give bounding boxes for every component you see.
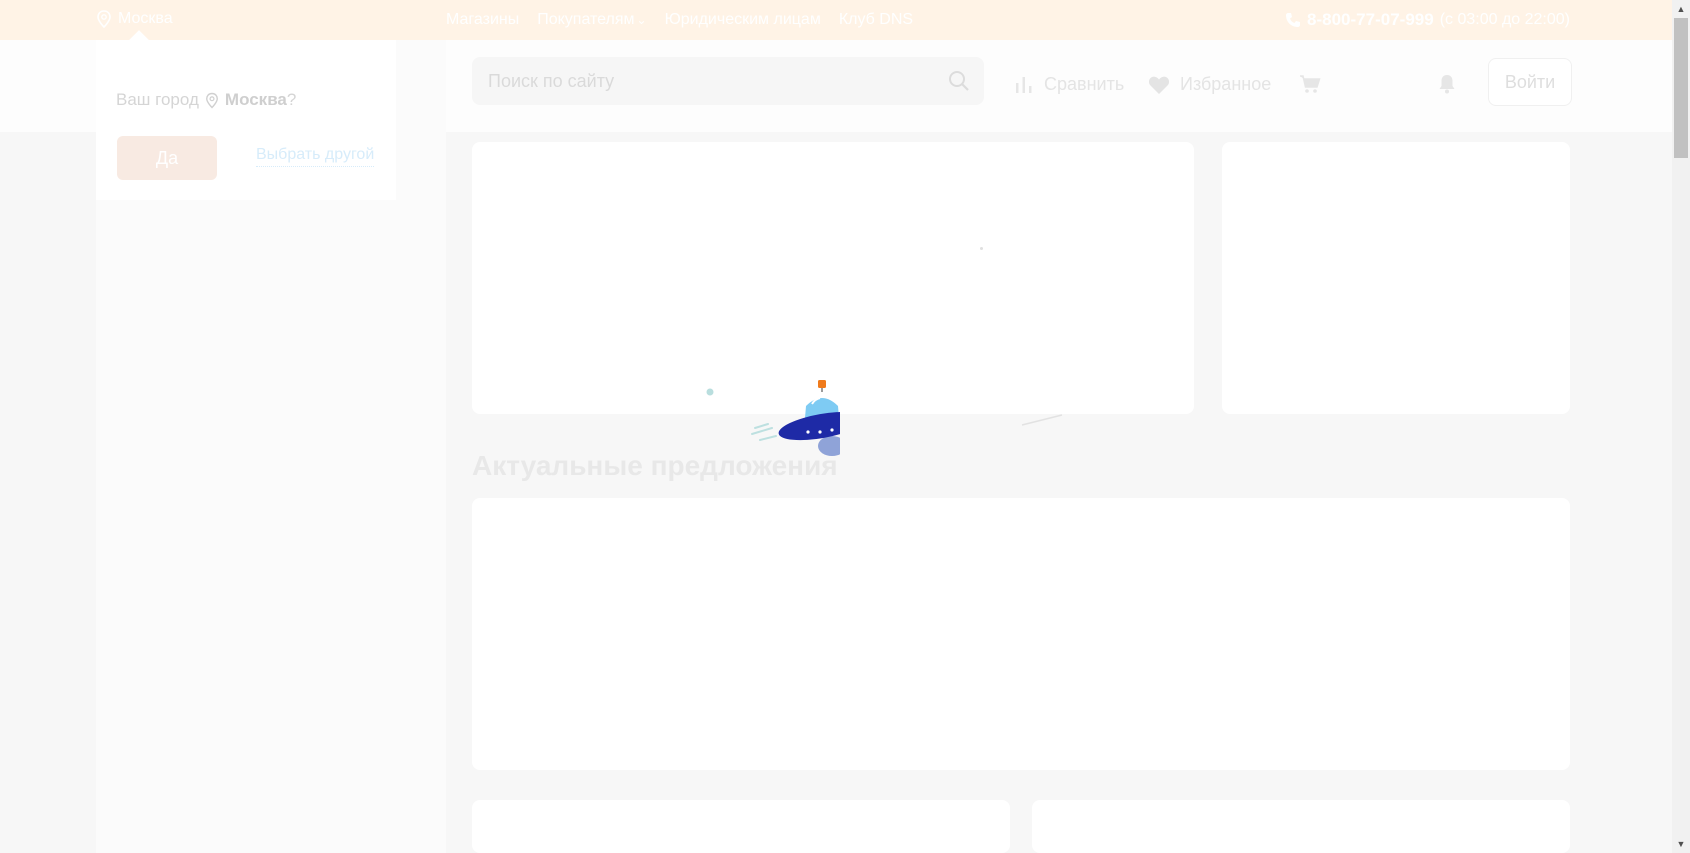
choose-other-city-link[interactable]: Выбрать другой: [256, 146, 375, 167]
search-icon[interactable]: [948, 70, 970, 92]
side-banner[interactable]: [1222, 142, 1570, 414]
dot-decoration: [980, 247, 983, 250]
city-confirm-popup: Ваш город Москва? Да Выбрать другой: [96, 30, 396, 200]
phone-number: 8-800-77-07-999: [1307, 10, 1434, 29]
city-question-prefix: Ваш город: [116, 90, 199, 109]
compare-label: Сравнить: [1044, 74, 1125, 94]
compare-link[interactable]: Сравнить: [1014, 74, 1124, 95]
promo-card-left[interactable]: [472, 800, 1010, 853]
offers-carousel: [472, 498, 1570, 770]
nav-customers[interactable]: Покупателям ⌄: [537, 11, 646, 29]
city-question-suffix: ?: [286, 90, 297, 109]
bell-icon[interactable]: [1438, 74, 1456, 94]
scroll-down-arrow-icon[interactable]: ▼: [1672, 835, 1690, 853]
cart-icon[interactable]: [1299, 74, 1321, 94]
nav-customers-label: Покупателям: [537, 11, 635, 28]
favorites-link[interactable]: Избранное: [1148, 74, 1271, 95]
phone-icon: [1286, 13, 1301, 27]
favorites-label: Избранное: [1180, 74, 1272, 94]
search-box[interactable]: [472, 57, 984, 105]
nav-shops[interactable]: Магазины: [446, 11, 519, 29]
nav-club[interactable]: Клуб DNS: [839, 11, 913, 29]
promo-card-right[interactable]: [1032, 800, 1570, 853]
login-button[interactable]: Войти: [1488, 58, 1572, 106]
city-question: Ваш город Москва?: [116, 90, 296, 110]
confirm-city-button[interactable]: Да: [117, 136, 217, 180]
city-question-city: Москва: [224, 90, 287, 109]
search-input[interactable]: [472, 57, 928, 105]
top-bar: Москва Магазины Покупателям ⌄ Юридическим…: [0, 0, 1672, 40]
heart-icon: [1148, 76, 1170, 94]
city-selector[interactable]: Москва: [96, 10, 173, 28]
motion-line-icon: [1021, 414, 1063, 426]
nav-legal[interactable]: Юридическим лицам: [665, 11, 821, 29]
location-pin-icon: [205, 92, 218, 108]
loading-ufo-icon: [706, 380, 840, 456]
scroll-thumb[interactable]: [1674, 18, 1688, 158]
page-scrollbar[interactable]: ▲ ▼: [1672, 0, 1690, 853]
location-pin-icon: [97, 10, 111, 28]
compare-icon: [1016, 76, 1032, 93]
top-nav: Магазины Покупателям ⌄ Юридическим лицам …: [446, 11, 913, 29]
scroll-up-arrow-icon[interactable]: ▲: [1672, 0, 1690, 18]
phone-hours: (с 03:00 до 22:00): [1439, 11, 1570, 28]
hotline[interactable]: 8-800-77-07-999 (с 03:00 до 22:00): [1285, 10, 1570, 30]
chevron-down-icon: ⌄: [636, 13, 647, 27]
city-name: Москва: [118, 10, 173, 27]
